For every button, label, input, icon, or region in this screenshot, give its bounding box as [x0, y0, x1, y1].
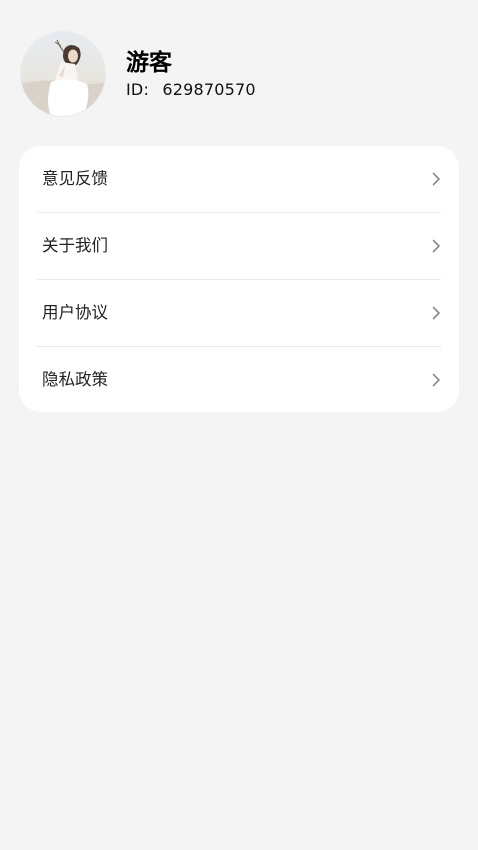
chevron-right-icon [432, 373, 440, 387]
user-id-value: 629870570 [162, 80, 256, 99]
avatar[interactable] [21, 32, 105, 116]
menu-item-privacy-policy[interactable]: 隐私政策 [37, 347, 441, 413]
menu-item-label: 意见反馈 [42, 169, 108, 188]
avatar-photo [21, 32, 105, 116]
menu-item-label: 用户协议 [42, 303, 108, 322]
menu-item-user-agreement[interactable]: 用户协议 [37, 280, 441, 347]
menu-item-feedback[interactable]: 意见反馈 [37, 146, 441, 213]
menu-item-about-us[interactable]: 关于我们 [37, 213, 441, 280]
user-id-label: ID: [126, 80, 150, 99]
chevron-right-icon [432, 172, 440, 186]
chevron-right-icon [432, 306, 440, 320]
menu-item-label: 隐私政策 [42, 370, 108, 389]
menu-item-label: 关于我们 [42, 236, 108, 255]
chevron-right-icon [432, 239, 440, 253]
user-id: ID: 629870570 [126, 79, 256, 101]
profile-header: 游客 ID: 629870570 [21, 32, 451, 118]
user-name: 游客 [126, 50, 172, 76]
settings-menu-card: 意见反馈 关于我们 用户协议 隐私政策 [19, 146, 459, 412]
